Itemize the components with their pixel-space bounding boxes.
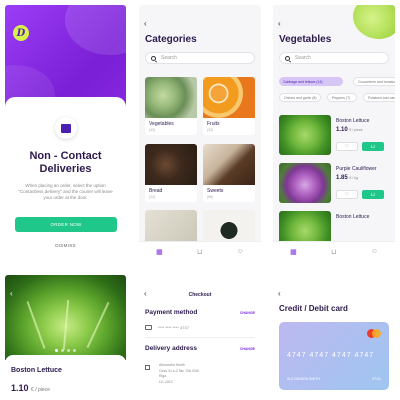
filter-chip[interactable]: Cabbage and lettuce (14) <box>279 77 343 86</box>
card-number: 4747 4747 4747 4747 <box>287 352 375 359</box>
product-name: Boston Lettuce <box>11 367 62 374</box>
card-holder: ALEXANDRA SMITH <box>287 377 320 381</box>
cart-icon[interactable]: ⊔ <box>331 248 336 256</box>
delivery-address: Alexandra Smith Cesu 31 k-2 5st, SIA Chi… <box>159 363 199 384</box>
search-input[interactable]: Search <box>279 52 389 64</box>
lettuce-decoration <box>353 5 395 39</box>
product-info-card <box>5 355 126 400</box>
back-icon[interactable]: ‹ <box>278 19 281 28</box>
vegetables-image <box>145 77 197 118</box>
credit-card[interactable]: 4747 4747 4747 4747 ALEXANDRA SMITH 07/2… <box>279 322 389 390</box>
change-payment-link[interactable]: CHANGE <box>240 311 255 315</box>
product-row[interactable]: Purple Cauliflower 1.85 € / kg ♡ ⊔ <box>279 163 395 207</box>
delivery-address-title: Delivery address <box>145 345 198 352</box>
filter-chip[interactable]: Potatoes and carrots (4) <box>363 93 395 102</box>
cart-icon: ⊔ <box>371 191 375 198</box>
product-row[interactable]: Boston Lettuce 1.10 € / piece ♡ ⊔ <box>279 115 395 159</box>
cart-icon[interactable]: ⊔ <box>197 248 202 256</box>
onboarding-screen: D Non - Contact Deliveries When placing … <box>5 5 126 261</box>
favorite-button[interactable]: ♡ <box>336 190 358 199</box>
heart-icon: ♡ <box>344 143 350 150</box>
back-icon[interactable]: ‹ <box>144 19 147 28</box>
add-to-cart-button[interactable]: ⊔ <box>362 190 384 199</box>
sweets-image <box>203 144 255 185</box>
back-icon[interactable]: ‹ <box>10 289 13 298</box>
payment-method-title: Payment method <box>145 309 198 316</box>
page-title: Credit / Debit card <box>279 304 348 313</box>
bottom-nav: ▦ ⊔ ☺ <box>139 241 261 261</box>
home-icon <box>145 365 150 370</box>
filter-chip[interactable]: Peppers (7) <box>327 93 357 102</box>
card-screen: ‹ Credit / Debit card 4747 4747 4747 474… <box>273 275 395 400</box>
page-title: Checkout <box>188 292 212 298</box>
search-icon <box>151 55 156 61</box>
search-input[interactable]: Search <box>145 52 255 64</box>
add-to-cart-button[interactable]: ⊔ <box>362 142 384 151</box>
app-logo: D <box>13 25 29 41</box>
package-icon <box>55 117 77 139</box>
page-title: Vegetables <box>279 34 332 45</box>
profile-icon[interactable]: ☺ <box>371 248 378 255</box>
card-expiry: 07/21 <box>372 377 381 381</box>
profile-icon[interactable]: ☺ <box>237 248 244 255</box>
product-photo <box>5 275 126 360</box>
favorite-button[interactable]: ♡ <box>336 142 358 151</box>
onboarding-title: Non - Contact Deliveries <box>29 150 102 175</box>
checkout-screen: ‹ Checkout Payment method CHANGE **** **… <box>139 275 261 400</box>
mastercard-logo <box>367 329 381 338</box>
change-address-link[interactable]: CHANGE <box>240 347 255 351</box>
payment-card-row[interactable]: **** **** **** 4747 <box>145 325 189 330</box>
filter-chip[interactable]: Cucumbers and tomatoes (10) <box>353 77 395 86</box>
bread-image <box>145 144 197 185</box>
back-icon[interactable]: ‹ <box>278 289 281 298</box>
category-card-vegetables[interactable]: Vegetables (43) <box>145 77 197 135</box>
category-card-sweets[interactable]: Sweets (56) <box>203 144 255 202</box>
onboarding-description: When placing an order, select the option… <box>18 183 113 200</box>
cart-icon: ⊔ <box>371 143 375 150</box>
grid-icon[interactable]: ▦ <box>290 248 297 256</box>
category-card-bread[interactable]: Bread (22) <box>145 144 197 202</box>
search-icon <box>285 55 290 61</box>
cauliflower-image <box>279 163 331 203</box>
dismiss-button[interactable]: DISMISS <box>5 243 126 248</box>
heart-icon: ♡ <box>344 191 350 198</box>
lettuce-image <box>279 115 331 155</box>
product-price: 1.10 € / piece <box>11 383 50 393</box>
order-now-button[interactable]: ORDER NOW <box>15 217 117 232</box>
category-card-fruits[interactable]: Fruits (32) <box>203 77 255 135</box>
grid-icon[interactable]: ▦ <box>156 248 163 256</box>
categories-screen: ‹ Categories Search Vegetables (43) Frui… <box>139 5 261 261</box>
credit-card-icon <box>145 325 152 330</box>
product-detail-screen: ‹ Boston Lettuce 1.10 € / piece <box>5 275 126 400</box>
page-title: Categories <box>145 34 197 45</box>
fruits-image <box>203 77 255 118</box>
carousel-dots <box>5 349 126 352</box>
vegetables-screen: ‹ Vegetables Search Cabbage and lettuce … <box>273 5 395 261</box>
bottom-nav: ▦ ⊔ ☺ <box>273 241 395 261</box>
filter-chip[interactable]: Onions and garlic (8) <box>279 93 321 102</box>
